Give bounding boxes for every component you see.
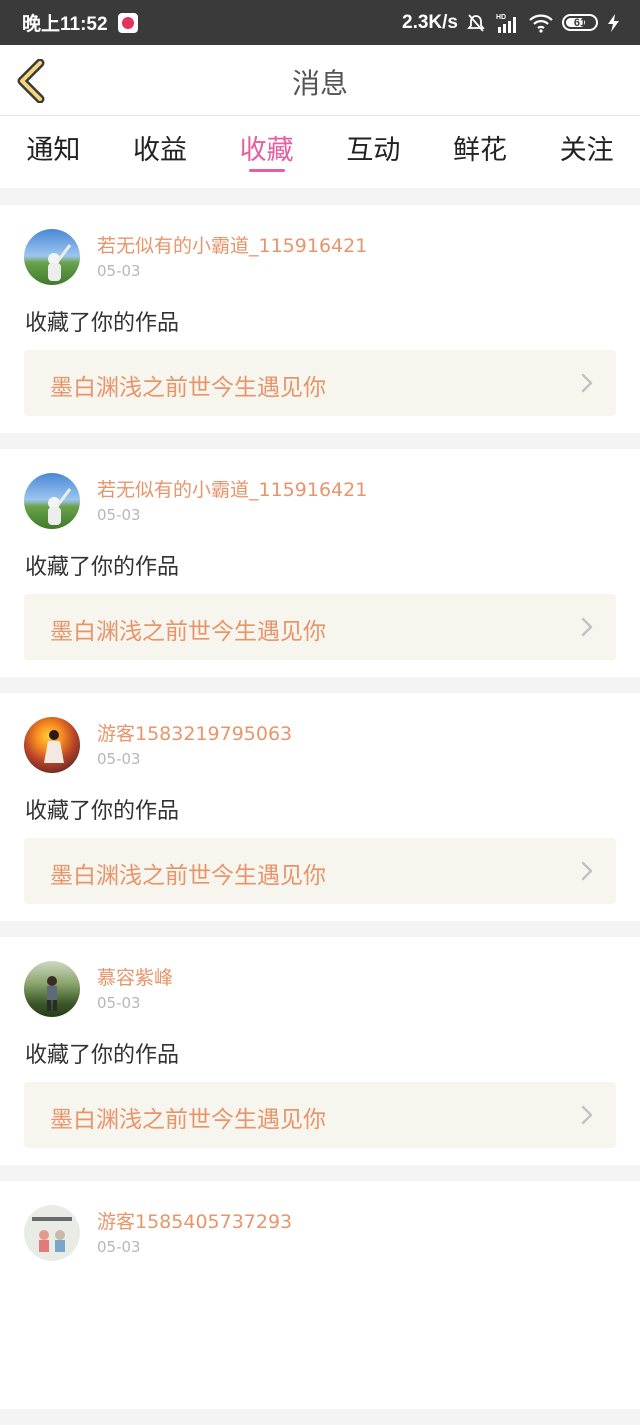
list-item: 游客1585405737293 05-03 bbox=[0, 1181, 640, 1409]
message-list: 若无似有的小霸道_115916421 05-03 收藏了你的作品 墨白渊浅之前世… bbox=[0, 205, 640, 1425]
action-text: 收藏了你的作品 bbox=[25, 311, 180, 336]
work-title: 墨白渊浅之前世今生遇见你 bbox=[50, 1107, 326, 1133]
message-date: 05-03 bbox=[97, 994, 141, 1012]
app-notification-icon bbox=[117, 12, 138, 33]
tab-earnings[interactable]: 收益 bbox=[107, 116, 214, 188]
list-item: 若无似有的小霸道_115916421 05-03 收藏了你的作品 墨白渊浅之前世… bbox=[0, 205, 640, 433]
list-item: 若无似有的小霸道_115916421 05-03 收藏了你的作品 墨白渊浅之前世… bbox=[0, 449, 640, 677]
work-title: 墨白渊浅之前世今生遇见你 bbox=[50, 619, 326, 645]
chevron-right-icon bbox=[581, 1105, 593, 1125]
charging-icon bbox=[608, 13, 619, 32]
tab-notifications[interactable]: 通知 bbox=[0, 116, 107, 188]
username[interactable]: 慕容紫峰 bbox=[97, 963, 173, 990]
clock: 晚上11:52 bbox=[22, 14, 108, 35]
username[interactable]: 游客1583219795063 bbox=[97, 719, 292, 746]
hd-label: HD bbox=[496, 14, 506, 21]
status-bar: 晚上11:52 2.3K/s HD 61 bbox=[0, 0, 640, 45]
avatar[interactable] bbox=[24, 1205, 80, 1261]
username[interactable]: 若无似有的小霸道_115916421 bbox=[97, 231, 367, 258]
tab-bar: 通知 收益 收藏 互动 鲜花 关注 bbox=[0, 116, 640, 188]
avatar[interactable] bbox=[24, 717, 80, 773]
message-date: 05-03 bbox=[97, 506, 141, 524]
work-title: 墨白渊浅之前世今生遇见你 bbox=[50, 863, 326, 889]
avatar[interactable] bbox=[24, 473, 80, 529]
tab-flowers[interactable]: 鲜花 bbox=[427, 116, 534, 188]
work-link[interactable]: 墨白渊浅之前世今生遇见你 bbox=[24, 1082, 616, 1148]
signal-icon: HD bbox=[496, 14, 516, 33]
chevron-right-icon bbox=[581, 861, 593, 881]
network-speed: 2.3K/s bbox=[402, 11, 458, 33]
tab-favorites[interactable]: 收藏 bbox=[213, 116, 320, 188]
chevron-right-icon bbox=[581, 373, 593, 393]
battery-icon: 61 bbox=[562, 14, 598, 31]
message-date: 05-03 bbox=[97, 262, 141, 280]
list-item: 慕容紫峰 05-03 收藏了你的作品 墨白渊浅之前世今生遇见你 bbox=[0, 937, 640, 1165]
wifi-icon bbox=[529, 14, 553, 33]
action-text: 收藏了你的作品 bbox=[25, 799, 180, 824]
action-text: 收藏了你的作品 bbox=[25, 555, 180, 580]
message-date: 05-03 bbox=[97, 750, 141, 768]
chevron-right-icon bbox=[581, 617, 593, 637]
battery-level: 61 bbox=[573, 16, 587, 29]
mute-bell-icon bbox=[467, 13, 485, 32]
message-date: 05-03 bbox=[97, 1238, 141, 1256]
title-bar: 消息 bbox=[0, 45, 640, 116]
avatar[interactable] bbox=[24, 229, 80, 285]
username[interactable]: 若无似有的小霸道_115916421 bbox=[97, 475, 367, 502]
list-item: 游客1583219795063 05-03 收藏了你的作品 墨白渊浅之前世今生遇… bbox=[0, 693, 640, 921]
tab-follows[interactable]: 关注 bbox=[533, 116, 640, 188]
work-link[interactable]: 墨白渊浅之前世今生遇见你 bbox=[24, 350, 616, 416]
tab-interactions[interactable]: 互动 bbox=[320, 116, 427, 188]
page-title: 消息 bbox=[291, 67, 348, 100]
work-link[interactable]: 墨白渊浅之前世今生遇见你 bbox=[24, 594, 616, 660]
username[interactable]: 游客1585405737293 bbox=[97, 1207, 292, 1234]
action-text: 收藏了你的作品 bbox=[25, 1043, 180, 1068]
work-title: 墨白渊浅之前世今生遇见你 bbox=[50, 375, 326, 401]
avatar[interactable] bbox=[24, 961, 80, 1017]
work-link[interactable]: 墨白渊浅之前世今生遇见你 bbox=[24, 838, 616, 904]
